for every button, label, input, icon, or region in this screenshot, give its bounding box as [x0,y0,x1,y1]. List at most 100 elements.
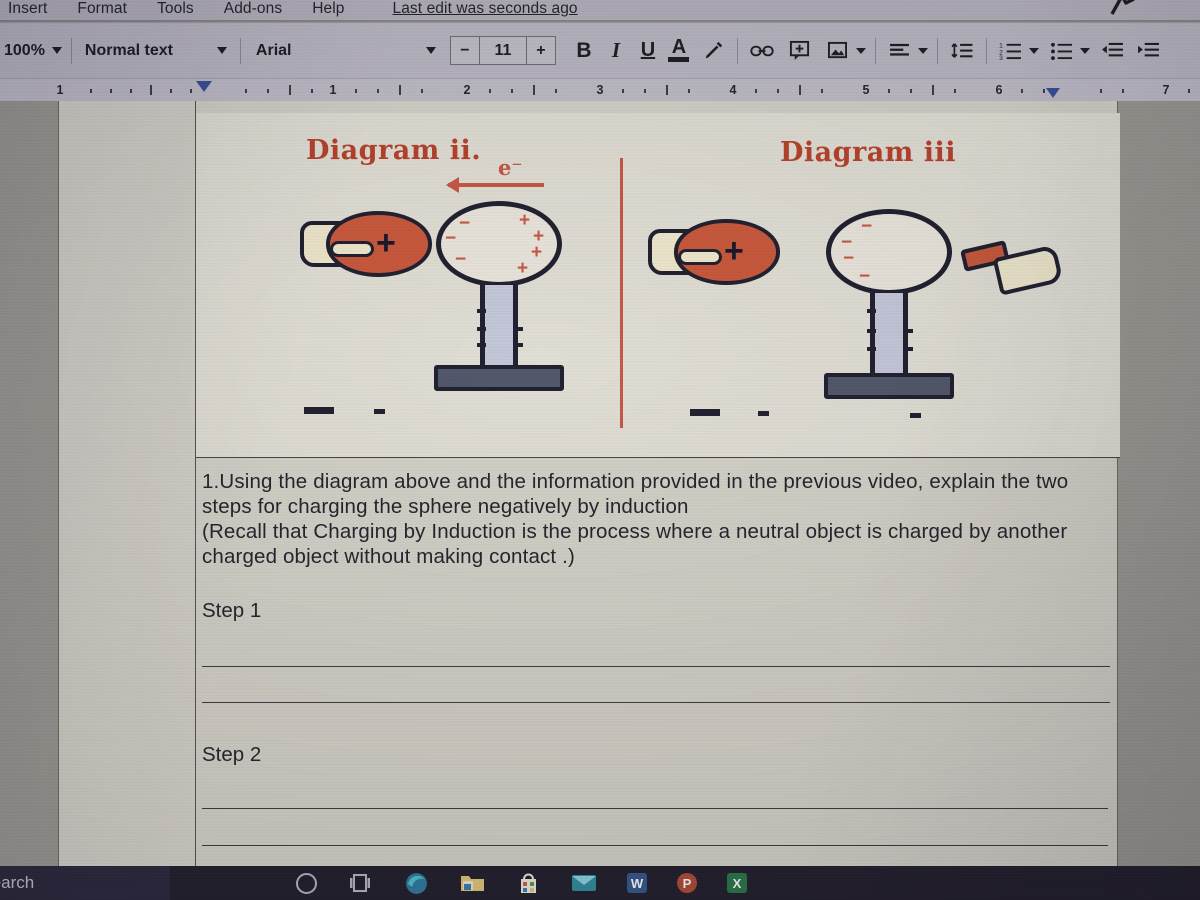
chevron-down-icon[interactable] [855,47,866,54]
charge-mark: − [445,228,457,249]
cortana-icon[interactable] [296,872,317,894]
charge-mark: + [531,242,543,263]
menu-item-format[interactable]: Format [77,0,127,18]
chevron-down-icon[interactable] [1079,47,1090,54]
right-indent-marker[interactable] [1046,88,1060,98]
diagram-ii-caption: Diagram ii. [306,135,482,166]
diagram-divider-line [620,158,623,428]
image-icon[interactable] [823,34,853,68]
search-placeholder: Type here to search [0,873,35,892]
font-size-decrease-button[interactable]: − [451,37,480,64]
document-page[interactable]: Diagram ii. Diagram iii + e⁻ − − − + + +… [58,101,1120,866]
comment-icon[interactable] [785,34,815,68]
ruler-number: 2 [463,83,471,97]
ruler-number: 3 [596,83,604,97]
mouse-cursor-icon [1108,0,1138,25]
artifact-mark [374,409,385,414]
question-paragraph-1: 1.Using the diagram above and the inform… [202,470,1069,518]
menu-item-tools[interactable]: Tools [157,0,194,18]
line-spacing-icon[interactable] [947,34,977,68]
question-text-block[interactable]: 1.Using the diagram above and the inform… [202,469,1118,569]
diagram-iii-caption: Diagram iii [780,137,957,168]
toolbar-divider [874,37,876,64]
text-color-swatch [668,57,690,62]
menu-item-insert[interactable]: Insert [8,0,47,18]
zoom-dropdown[interactable]: 100% [2,23,62,78]
search-input[interactable]: Type here to search [0,866,170,900]
rod-charge-label: + [724,232,744,270]
increase-indent-icon[interactable] [1134,34,1164,68]
electroscope-base [434,365,564,391]
ruler-number: 5 [862,83,870,97]
charge-mark: − [455,249,467,270]
chevron-down-icon [216,47,227,54]
ruler-number: 4 [729,83,737,97]
excel-icon[interactable]: X [727,873,747,893]
page-content-area[interactable]: Diagram ii. Diagram iii + e⁻ − − − + + +… [195,101,1120,866]
italic-button[interactable]: I [600,34,632,68]
chevron-down-icon [51,47,62,54]
menu-item-addons[interactable]: Add-ons [224,0,282,18]
powerpoint-icon-letter: P [682,875,692,891]
font-family-dropdown[interactable]: Arial [250,23,442,78]
align-left-icon[interactable] [885,34,915,68]
rod-charge-label: + [376,224,396,262]
font-size-input[interactable]: 11 [480,37,526,64]
highlight-pen-icon[interactable] [698,34,728,68]
excel-icon-letter: X [732,875,742,891]
finger-icon [330,241,374,257]
last-edit-status[interactable]: Last edit was seconds ago [392,0,577,18]
answer-line[interactable] [202,808,1108,809]
text-color-button[interactable]: A [664,34,694,68]
bulleted-list-icon[interactable] [1047,34,1077,68]
chevron-down-icon[interactable] [917,47,928,54]
font-size-stepper[interactable]: − 11 + [449,36,556,65]
answer-line[interactable] [202,702,1110,703]
artifact-mark [690,409,720,416]
ruler-track: 1 1 2 3 4 5 6 7 [0,79,1200,102]
sphere-icon: − − − + + + + [436,201,562,287]
font-size-increase-button[interactable]: + [525,37,555,64]
finger-icon [678,249,722,265]
artifact-mark [758,411,769,416]
microsoft-store-icon[interactable] [515,870,541,896]
bold-button[interactable]: B [568,34,600,68]
question-paragraph-2: (Recall that Charging by Induction is th… [202,520,1068,568]
word-icon-letter: W [630,875,644,891]
answer-line[interactable] [202,666,1110,667]
charge-mark: − [459,213,471,234]
text-color-letter: A [671,36,687,58]
step-2-label: Step 2 [202,743,262,766]
ruler-number: 6 [995,83,1003,97]
ruler-number: 1 [56,83,64,97]
paragraph-style-dropdown[interactable]: Normal text [81,23,231,78]
decrease-indent-icon[interactable] [1098,34,1128,68]
toolbar-divider [736,37,738,64]
left-indent-marker[interactable] [196,81,212,92]
answer-line[interactable] [202,845,1108,846]
svg-text:3: 3 [1000,55,1004,60]
numbered-list-icon[interactable]: 123 [996,34,1026,68]
ruler-number: 7 [1162,83,1170,97]
toolbar-divider [70,37,72,64]
underline-button[interactable]: U [632,34,664,68]
link-icon[interactable] [747,34,777,68]
font-family-value: Arial [255,41,292,59]
powerpoint-icon[interactable]: P [677,873,697,893]
artifact-mark [304,407,334,414]
embedded-diagram-image[interactable]: Diagram ii. Diagram iii + e⁻ − − − + + +… [196,113,1120,458]
arrow-head-icon [446,177,459,193]
charge-mark: − [859,266,871,287]
electroscope-stem [870,293,908,375]
horizontal-ruler[interactable]: 1 1 2 3 4 5 6 7 [0,78,1200,102]
mail-icon[interactable] [571,870,597,896]
charge-mark: − [861,216,873,237]
paragraph-style-value: Normal text [84,41,173,59]
toolbar-divider [936,37,938,64]
chevron-down-icon[interactable] [1028,47,1039,54]
word-icon[interactable]: W [627,873,647,893]
menu-item-help[interactable]: Help [312,0,344,18]
task-view-icon[interactable] [347,870,373,896]
file-explorer-icon[interactable] [459,870,485,896]
edge-icon[interactable] [403,870,429,896]
